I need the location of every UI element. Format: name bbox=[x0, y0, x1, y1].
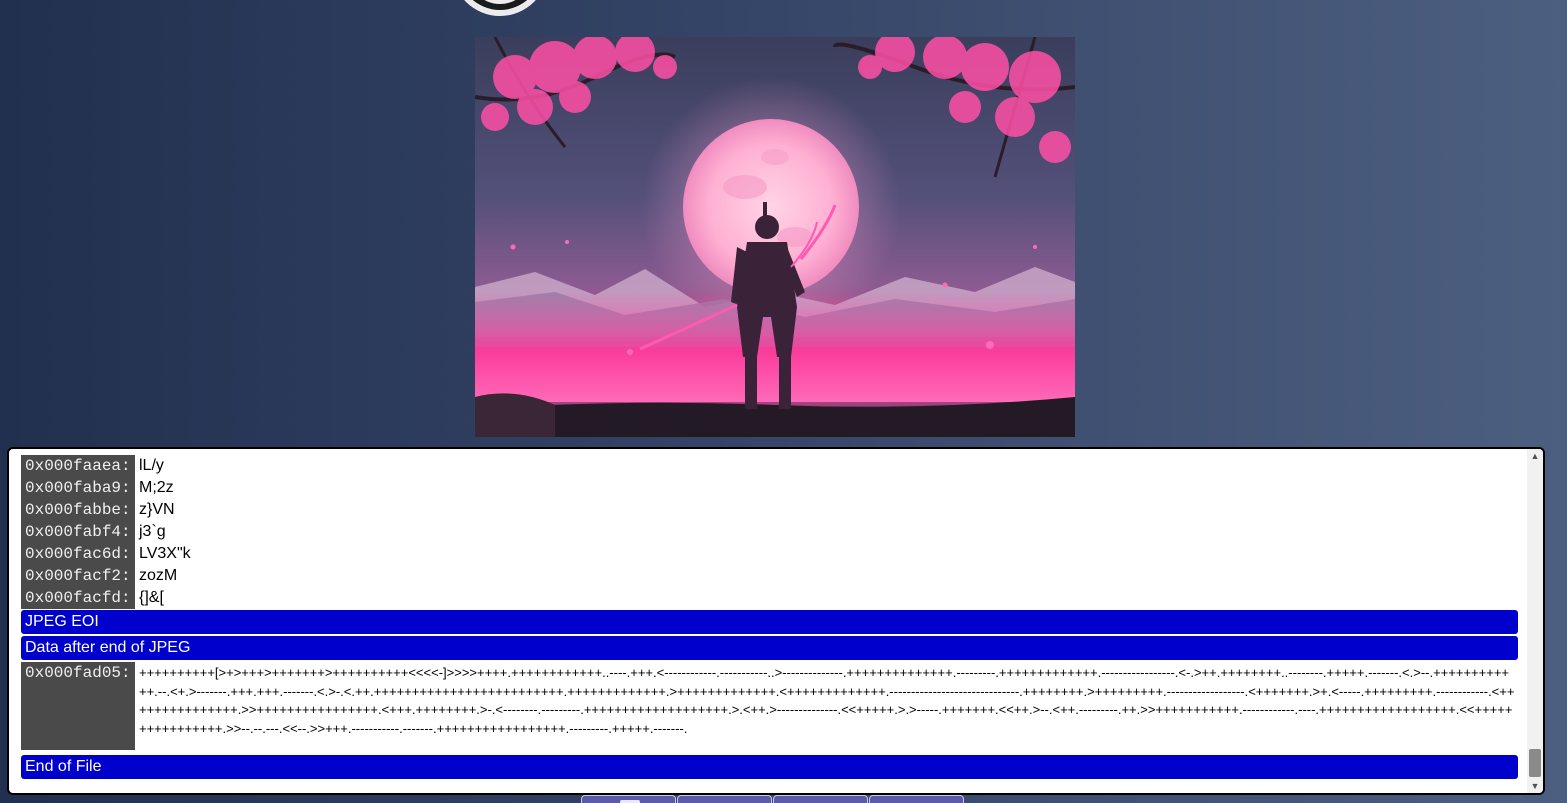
hex-row: 0x000facf2: zozM bbox=[21, 565, 1518, 587]
samurai-moon-illustration bbox=[475, 37, 1075, 437]
row-address: 0x000fac6d: bbox=[21, 543, 135, 565]
row-address: 0x000facf2: bbox=[21, 565, 135, 587]
trailing-data-row: 0x000fad05: ++++++++++[>+>+++>+++++++>++… bbox=[21, 662, 1518, 750]
row-value: zozM bbox=[139, 567, 178, 584]
data-after-jpeg-banner: Data after end of JPEG bbox=[21, 636, 1518, 660]
preview-image bbox=[475, 37, 1075, 437]
hex-row: 0x000fabbe: z}VN bbox=[21, 499, 1518, 521]
row-value: LV3X"k bbox=[139, 545, 191, 562]
scroll-thumb[interactable] bbox=[1529, 749, 1541, 777]
row-address: 0x000faaea: bbox=[21, 455, 135, 477]
bottom-button-3[interactable] bbox=[773, 795, 868, 803]
scroll-up-arrow-icon[interactable]: ▲ bbox=[1527, 449, 1543, 463]
bottom-button-4[interactable] bbox=[869, 795, 964, 803]
row-address: 0x000fabbe: bbox=[21, 499, 135, 521]
bottom-button-1[interactable] bbox=[581, 795, 676, 803]
hex-row: 0x000faba9: M;2z bbox=[21, 477, 1518, 499]
row-value: z}VN bbox=[139, 501, 175, 518]
app-logo bbox=[452, 0, 548, 16]
row-value: lL/y bbox=[139, 457, 164, 474]
hex-viewer-panel[interactable]: 0x000faaea: lL/y 0x000faba9: M;2z 0x000f… bbox=[7, 447, 1545, 795]
hex-row: 0x000fac6d: LV3X"k bbox=[21, 543, 1518, 565]
row-address: 0x000fad05: bbox=[21, 662, 135, 750]
trailing-data-value: ++++++++++[>+>+++>+++++++>++++++++++<<<<… bbox=[139, 665, 1515, 736]
hex-row: 0x000facfd: {]&[ bbox=[21, 587, 1518, 609]
row-value: j3`g bbox=[139, 523, 166, 540]
logo-ring bbox=[468, 0, 532, 4]
scroll-down-arrow-icon[interactable]: ▼ bbox=[1527, 779, 1543, 793]
row-address: 0x000facfd: bbox=[21, 587, 135, 609]
row-address: 0x000faba9: bbox=[21, 477, 135, 499]
bottom-button-2[interactable] bbox=[677, 795, 772, 803]
hex-row: 0x000faaea: lL/y bbox=[21, 455, 1518, 477]
vertical-scrollbar[interactable]: ▲ ▼ bbox=[1527, 449, 1543, 793]
end-of-file-banner: End of File bbox=[21, 755, 1518, 779]
jpeg-eoi-banner: JPEG EOI bbox=[21, 610, 1518, 634]
row-value: {]&[ bbox=[139, 589, 164, 606]
row-value: M;2z bbox=[139, 479, 174, 496]
hex-row: 0x000fabf4: j3`g bbox=[21, 521, 1518, 543]
row-address: 0x000fabf4: bbox=[21, 521, 135, 543]
bottom-button-bar bbox=[581, 795, 965, 803]
hex-viewer-content: 0x000faaea: lL/y 0x000faba9: M;2z 0x000f… bbox=[21, 455, 1518, 781]
